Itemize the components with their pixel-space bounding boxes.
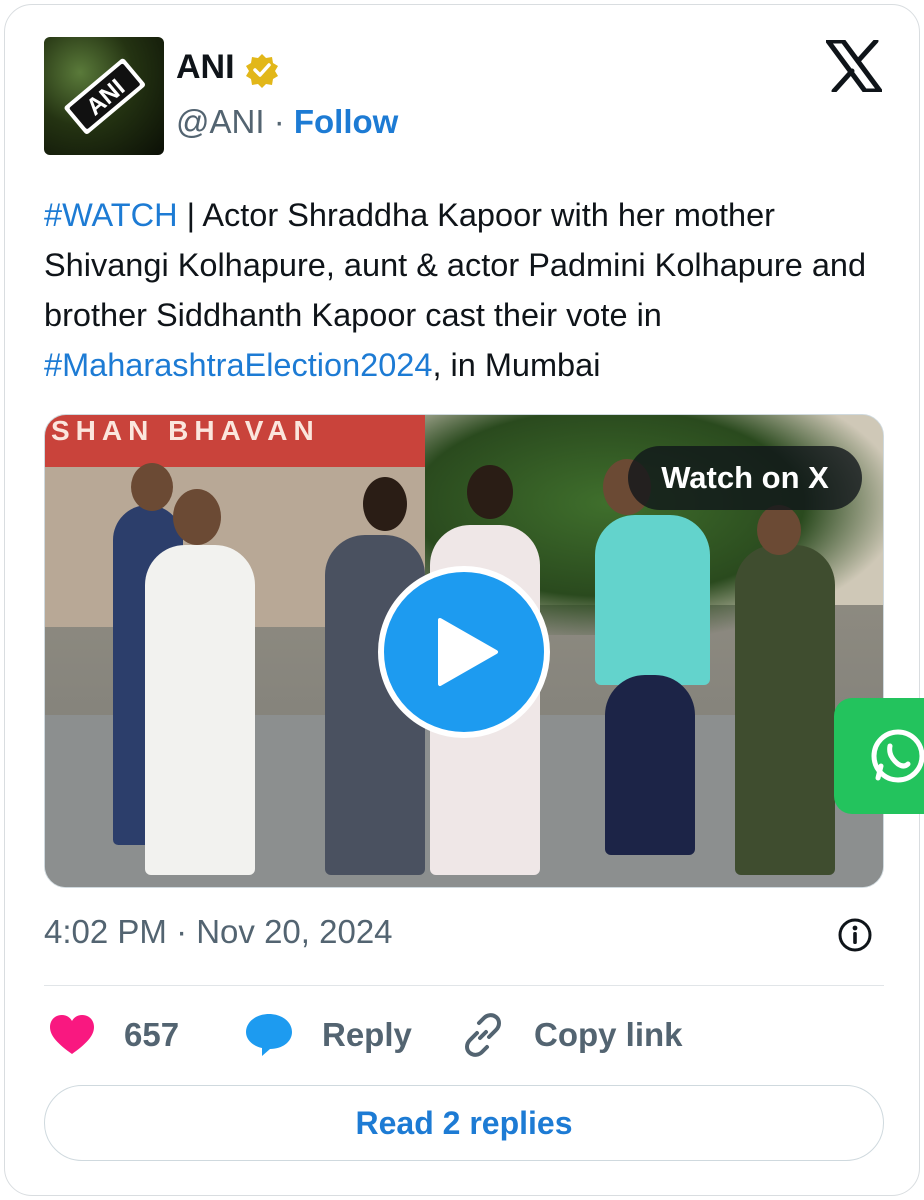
divider [44,985,884,986]
author-name[interactable]: ANI [176,48,235,87]
tweet-timestamp[interactable]: 4:02 PM · Nov 20, 2024 [44,913,393,951]
author-avatar[interactable]: ANI [44,37,164,155]
read-replies-button[interactable]: Read 2 replies [44,1085,884,1161]
separator-dot: · [273,103,285,140]
person-6 [735,545,835,875]
person-2 [145,545,255,875]
building-sign: SHAN BHAVAN [45,415,425,467]
tweet-text: #WATCH | Actor Shraddha Kapoor with her … [44,190,884,390]
reply-bubble-icon [246,1014,292,1056]
handle-row: @ANI · Follow [176,103,398,141]
person-2-head [173,489,221,545]
watch-on-x-button[interactable]: Watch on X [628,446,862,510]
reply-button[interactable]: Reply [244,1010,412,1060]
play-icon [438,618,498,686]
person-4-head [467,465,513,519]
like-button[interactable]: 657 [48,1010,179,1060]
person-6-head [757,505,801,555]
copy-link-button[interactable]: Copy link [460,1010,683,1060]
like-count: 657 [124,1016,180,1053]
x-logo-icon[interactable] [826,40,882,92]
play-button[interactable] [378,566,550,738]
hashtag-election[interactable]: #MaharashtraElection2024 [44,347,432,383]
person-5 [595,515,710,685]
follow-button[interactable]: Follow [294,103,398,140]
hashtag-watch[interactable]: #WATCH [44,197,178,233]
link-icon [465,1013,501,1057]
copy-link-label: Copy link [534,1016,683,1053]
info-icon[interactable] [837,917,873,953]
ani-logo-icon: ANI [64,58,145,134]
reply-label: Reply [322,1016,412,1053]
building-sign-text: SHAN BHAVAN [51,415,320,446]
whatsapp-icon [871,729,924,783]
person-3-head [363,477,407,531]
author-handle[interactable]: @ANI [176,103,265,140]
person-1-head [131,463,173,511]
verified-badge-icon [246,54,278,88]
whatsapp-share-button[interactable] [834,698,924,814]
person-5-legs [605,675,695,855]
heart-icon [50,1015,94,1054]
tweet-body-part2: , in Mumbai [432,347,601,383]
